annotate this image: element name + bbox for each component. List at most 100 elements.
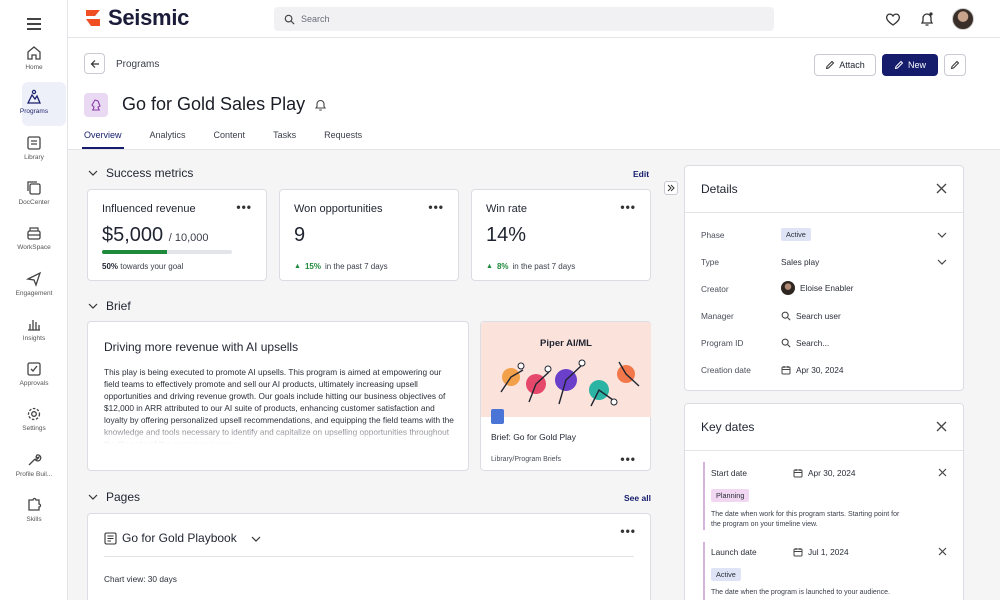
key-date-value[interactable]: Jul 1, 2024 bbox=[793, 547, 849, 557]
page-title: Go for Gold Sales Play bbox=[122, 94, 306, 114]
type-select[interactable]: Sales play bbox=[781, 257, 819, 267]
manager-search-input[interactable]: Search user bbox=[781, 311, 841, 321]
key-date-value[interactable]: Apr 30, 2024 bbox=[793, 468, 856, 478]
calendar-icon bbox=[793, 548, 803, 557]
nav-label: Insights bbox=[22, 335, 46, 342]
tab-analytics[interactable]: Analytics bbox=[150, 130, 186, 147]
chevron-down-icon[interactable] bbox=[251, 534, 261, 544]
pencil-icon bbox=[826, 60, 835, 70]
home-icon bbox=[27, 46, 41, 60]
trend-up-icon: ▲ bbox=[486, 263, 493, 270]
key-date-label: Launch date bbox=[711, 547, 757, 557]
top-bar: Seismic Search bbox=[68, 0, 1000, 38]
trend-up-icon: ▲ bbox=[294, 263, 301, 270]
search-icon bbox=[284, 14, 295, 25]
dancing-people-illustration bbox=[500, 359, 640, 407]
key-date-description: The date when the program is launched to… bbox=[711, 589, 891, 596]
nav-label: Skills bbox=[26, 516, 42, 523]
edit-program-button[interactable] bbox=[944, 54, 966, 76]
nav-item-insights[interactable]: Insights bbox=[0, 311, 68, 355]
follow-bell-icon[interactable] bbox=[314, 98, 327, 112]
close-icon[interactable] bbox=[936, 421, 947, 432]
engagement-icon bbox=[25, 271, 42, 287]
more-options-icon[interactable]: ••• bbox=[236, 200, 252, 214]
creator-value[interactable]: Eloise Enabler bbox=[781, 281, 854, 295]
nav-item-doccenter[interactable]: DocCenter bbox=[0, 175, 68, 219]
more-options-icon[interactable]: ••• bbox=[620, 200, 636, 214]
metric-title: Won opportunities bbox=[294, 203, 383, 215]
search-icon bbox=[781, 311, 791, 321]
key-date-label: Start date bbox=[711, 468, 747, 478]
chart-view-label[interactable]: Chart view: 30 days bbox=[104, 574, 177, 584]
brief-attachment-card[interactable]: Piper AI/ML Brief: Go for Gold Play Libr… bbox=[480, 321, 651, 471]
back-button[interactable] bbox=[84, 53, 105, 74]
creation-date-value[interactable]: Apr 30, 2024 bbox=[781, 365, 844, 375]
chevron-down-icon[interactable] bbox=[937, 257, 947, 267]
chevron-down-icon[interactable] bbox=[937, 230, 947, 240]
pages-toggle[interactable]: Pages bbox=[88, 490, 140, 504]
panel-title: Details bbox=[701, 182, 738, 196]
timeline-marker bbox=[703, 542, 705, 600]
phase-select[interactable]: Active bbox=[781, 228, 811, 241]
nav-item-engagement[interactable]: Engagement bbox=[0, 266, 68, 310]
avatar bbox=[781, 281, 795, 295]
new-button[interactable]: New bbox=[882, 54, 938, 76]
type-label: Type bbox=[701, 257, 719, 267]
playbook-card: Go for Gold Playbook ••• Chart view: 30 … bbox=[87, 513, 651, 600]
more-options-icon[interactable]: ••• bbox=[620, 452, 636, 466]
tab-content[interactable]: Content bbox=[214, 130, 246, 147]
app-name: Seismic bbox=[108, 5, 190, 30]
success-metrics-toggle[interactable]: Success metrics bbox=[88, 166, 193, 180]
hamburger-menu-icon[interactable] bbox=[27, 18, 41, 30]
bell-icon[interactable] bbox=[918, 10, 936, 28]
gear-icon bbox=[27, 407, 41, 421]
heart-icon[interactable] bbox=[884, 10, 902, 28]
more-options-icon[interactable]: ••• bbox=[428, 200, 444, 214]
tab-requests[interactable]: Requests bbox=[324, 130, 362, 147]
nav-item-home[interactable]: Home bbox=[0, 40, 68, 84]
divider bbox=[685, 450, 963, 451]
manager-label: Manager bbox=[701, 311, 734, 321]
nav-item-programs[interactable]: Programs bbox=[0, 82, 68, 128]
seismic-logo[interactable]: Seismic bbox=[84, 5, 190, 30]
tab-overview[interactable]: Overview bbox=[82, 130, 124, 149]
calendar-icon bbox=[793, 469, 803, 478]
nav-item-workspace[interactable]: WorkSpace bbox=[0, 220, 68, 264]
goal-progress-bar bbox=[102, 250, 232, 254]
section-heading: Pages bbox=[106, 490, 141, 504]
section-heading: Success metrics bbox=[106, 166, 194, 180]
brief-toggle[interactable]: Brief bbox=[88, 299, 131, 313]
nav-item-skills[interactable]: Skills bbox=[0, 492, 68, 536]
key-date-description: The date when work for this program star… bbox=[711, 511, 900, 528]
creation-date-label: Creation date bbox=[701, 365, 751, 375]
playbook-title[interactable]: Go for Gold Playbook bbox=[122, 531, 237, 545]
edit-metrics-link[interactable]: Edit bbox=[633, 169, 649, 179]
collapse-panel-button[interactable] bbox=[664, 181, 678, 195]
nav-label: Settings bbox=[22, 425, 46, 432]
attachment-path: Library/Program Briefs bbox=[491, 456, 562, 463]
breadcrumb[interactable]: Programs bbox=[116, 59, 159, 70]
see-all-pages-link[interactable]: See all bbox=[624, 493, 651, 503]
more-options-icon[interactable]: ••• bbox=[620, 524, 636, 538]
tab-tasks[interactable]: Tasks bbox=[273, 130, 296, 147]
global-search-input[interactable]: Search bbox=[274, 7, 774, 31]
attach-button[interactable]: Attach bbox=[814, 54, 876, 76]
program-header: Programs Attach New Go for Gold Sales Pl… bbox=[68, 38, 1000, 150]
close-icon[interactable] bbox=[936, 183, 947, 194]
nav-item-profile-builder[interactable]: Profile Buil... bbox=[0, 447, 68, 491]
remove-date-icon[interactable] bbox=[938, 468, 947, 477]
nav-item-approvals[interactable]: Approvals bbox=[0, 356, 68, 400]
user-avatar[interactable] bbox=[952, 8, 974, 30]
metric-value: 14% bbox=[486, 224, 527, 246]
phase-label: Phase bbox=[701, 230, 725, 240]
programs-icon bbox=[26, 89, 41, 104]
metric-card-won-opportunities: Won opportunities ••• 9 ▲ 15% in the past … bbox=[279, 189, 459, 281]
metric-title: Influenced revenue bbox=[102, 203, 196, 215]
remove-date-icon[interactable] bbox=[938, 547, 947, 556]
nav-item-settings[interactable]: Settings bbox=[0, 401, 68, 445]
program-id-search-input[interactable]: Search... bbox=[781, 338, 829, 348]
nav-label: DocCenter bbox=[18, 199, 50, 206]
insights-icon bbox=[28, 320, 40, 331]
nav-label: Home bbox=[25, 64, 43, 71]
nav-item-library[interactable]: Library bbox=[0, 130, 68, 174]
